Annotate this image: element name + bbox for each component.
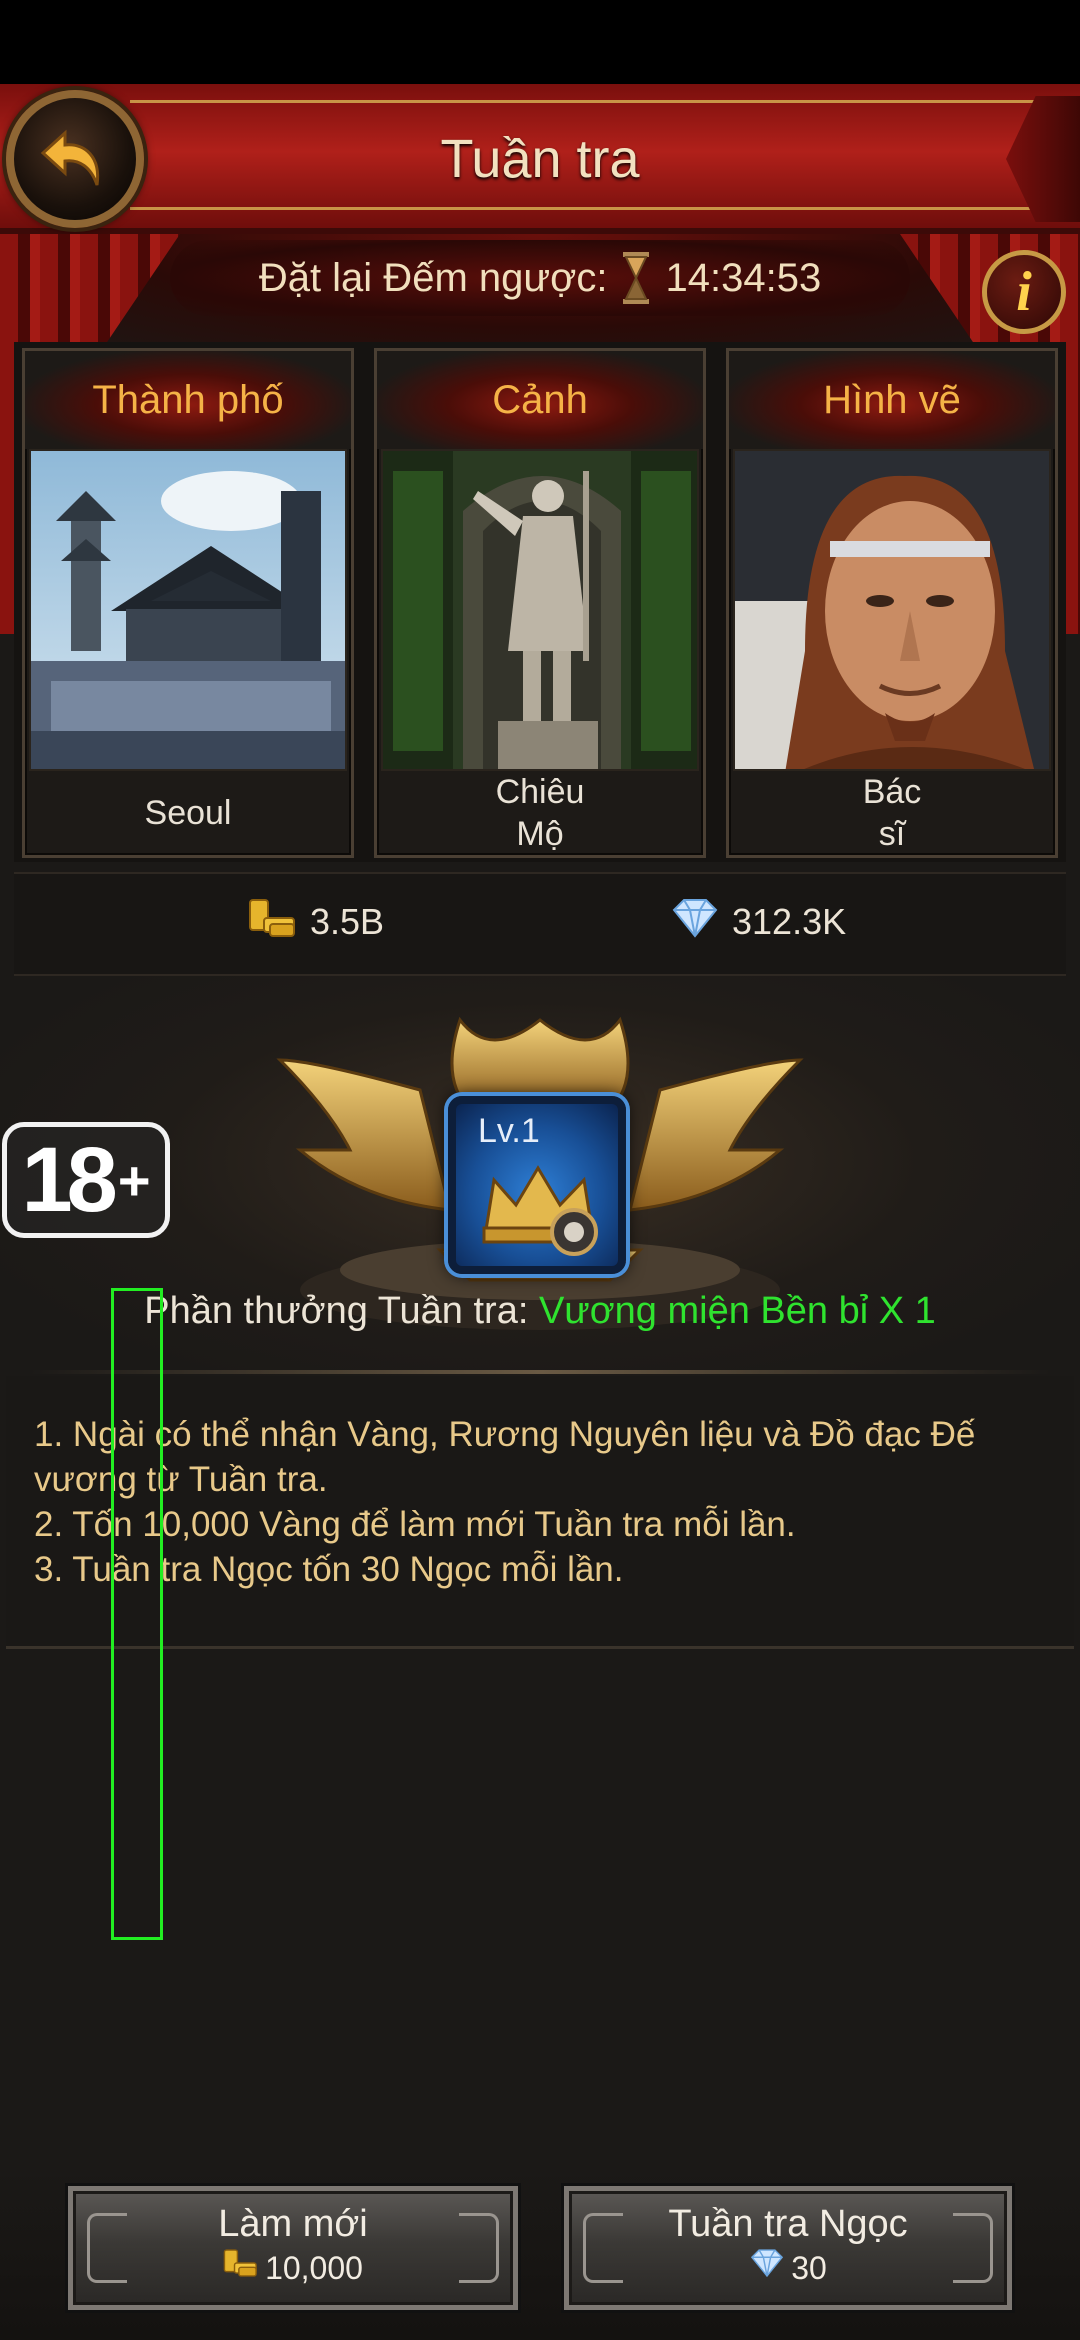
gold-amount: 3.5B [310,901,385,942]
button-ornament [953,2213,993,2283]
card-scene[interactable]: Cảnh Chiêu Mộ [374,348,706,858]
countdown-time: 14:34:53 [665,255,822,300]
rules-list: 1. Ngài có thể nhận Vàng, Rương Nguyên l… [34,1412,1054,1592]
reward-level-box[interactable]: Lv.1 [448,1096,626,1274]
card-title: Hình vẽ [729,351,1055,449]
gold-icon [248,896,298,949]
reward-label: Phần thưởng Tuần tra: [144,1290,529,1332]
refresh-cost: 10,000 [265,2249,363,2286]
info-icon: i [1016,261,1032,323]
refresh-button[interactable]: Làm mới 10,000 [68,2186,518,2310]
age-rating-number: 18 [21,1128,117,1231]
card-title: Thành phố [25,351,351,449]
divider [30,1370,1050,1374]
diamond-icon [670,896,720,949]
countdown-label: Đặt lại Đếm ngược: [258,255,608,300]
card-city[interactable]: Thành phố Seoul [22,348,354,858]
back-button[interactable] [6,90,144,228]
card-name: Bác sĩ [862,773,922,853]
rule-item: 3. Tuần tra Ngọc tốn 30 Ngọc mỗi lần. [34,1550,624,1589]
age-rating-plus: + [117,1148,151,1212]
card-name: Seoul [144,794,232,832]
button-ornament [87,2213,127,2283]
card-portrait[interactable]: Hình vẽ Bác sĩ [726,348,1058,858]
card-title: Cảnh [377,351,703,449]
gem-patrol-cost: 30 [791,2249,827,2286]
diamond-icon [749,2247,785,2288]
card-name: Chiêu Mộ [495,773,585,853]
gem-amount: 312.3K [732,901,847,942]
back-arrow-icon [40,129,100,186]
reset-countdown: Đặt lại Đếm ngược: 14:34:53 [0,244,1080,312]
age-rating-badge: 18 + [2,1122,170,1238]
refresh-label: Làm mới [218,2203,368,2245]
statue-image [381,449,699,771]
button-ornament [459,2213,499,2283]
status-bar [0,0,1080,84]
rule-item: 1. Ngài có thể nhận Vàng, Rương Nguyên l… [34,1415,976,1499]
crown-icon [482,1165,598,1256]
reward-value: Vương miện Bền bỉ X 1 [538,1290,936,1332]
button-ornament [583,2213,623,2283]
gem-patrol-label: Tuần tra Ngọc [668,2203,908,2245]
gem-resource: 312.3K [670,884,846,960]
highlight-box [111,1288,163,1940]
resources-row [14,872,1066,976]
gold-resource: 3.5B [248,884,384,960]
rule-item: 2. Tốn 10,000 Vàng để làm mới Tuần tra m… [34,1505,796,1544]
level-text: Lv.1 [478,1112,540,1150]
city-image [29,449,347,771]
portrait-image [733,449,1051,771]
hourglass-icon [621,252,651,304]
gem-patrol-button[interactable]: Tuần tra Ngọc 30 [564,2186,1012,2310]
page-title: Tuần tra [440,129,640,189]
gold-icon [223,2247,259,2288]
info-button[interactable]: i [982,250,1066,334]
